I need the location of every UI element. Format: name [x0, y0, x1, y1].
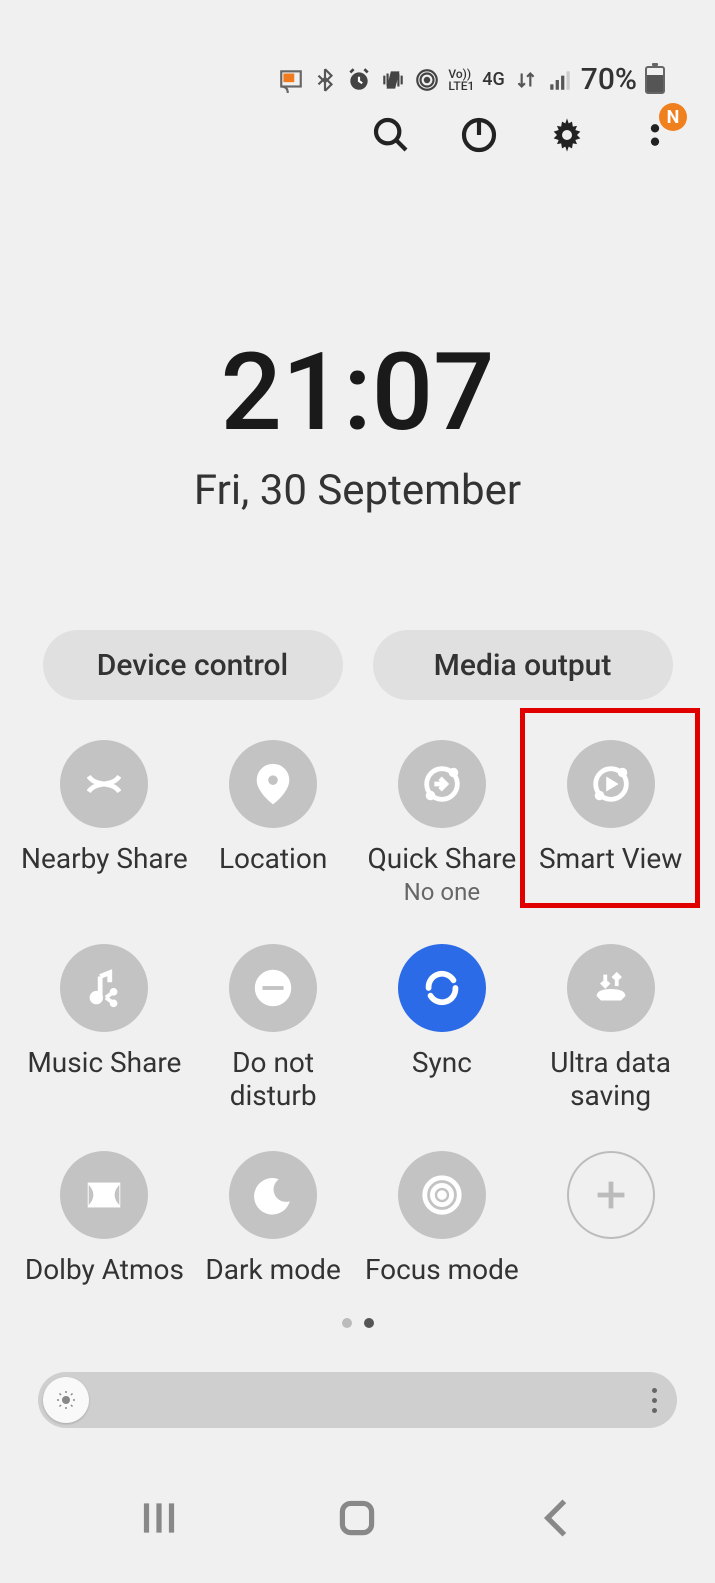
quick-panel-toolbar: N — [0, 115, 715, 155]
bluetooth-icon — [312, 67, 338, 93]
media-output-button[interactable]: Media output — [373, 630, 673, 700]
plus-icon — [567, 1151, 655, 1239]
more-menu-icon[interactable]: N — [635, 115, 675, 155]
tile-add[interactable] — [526, 1143, 695, 1287]
tile-label: Quick Share — [368, 842, 517, 876]
tile-location[interactable]: Location — [189, 732, 358, 906]
search-icon[interactable] — [371, 115, 411, 155]
tile-label: Ultra data saving — [526, 1046, 695, 1113]
location-pin-icon — [229, 740, 317, 828]
tile-focus-mode[interactable]: Focus mode — [358, 1143, 527, 1287]
alarm-icon — [346, 67, 372, 93]
power-icon[interactable] — [459, 115, 499, 155]
tile-label: Do not disturb — [189, 1046, 358, 1113]
nav-back-button[interactable] — [531, 1493, 581, 1543]
settings-gear-icon[interactable] — [547, 115, 587, 155]
brightness-menu-icon[interactable] — [652, 1388, 657, 1413]
tile-smart-view[interactable]: Smart View — [526, 732, 695, 906]
ultra-data-icon — [567, 944, 655, 1032]
tile-label: Dark mode — [205, 1253, 340, 1287]
network-text: 4G — [482, 69, 505, 90]
quick-share-icon — [398, 740, 486, 828]
smart-view-icon — [567, 740, 655, 828]
clock-time: 21:07 — [0, 330, 715, 456]
tile-label: Sync — [412, 1046, 472, 1080]
battery-icon — [645, 66, 665, 94]
tile-quick-share[interactable]: Quick Share No one — [358, 732, 527, 906]
page-indicator — [0, 1318, 715, 1328]
data-arrows-icon — [513, 67, 539, 93]
system-navbar — [0, 1493, 715, 1543]
moon-icon — [229, 1151, 317, 1239]
tile-label: Music Share — [27, 1046, 181, 1080]
tile-dark-mode[interactable]: Dark mode — [189, 1143, 358, 1287]
pill-row: Device control Media output — [0, 630, 715, 700]
focus-target-icon — [398, 1151, 486, 1239]
quick-tiles-grid: Nearby Share Location Quick Share No one… — [20, 732, 695, 1286]
sync-icon — [398, 944, 486, 1032]
tile-music-share[interactable]: Music Share — [20, 936, 189, 1113]
nav-home-button[interactable] — [332, 1493, 382, 1543]
clock-date: Fri, 30 September — [0, 466, 715, 515]
brightness-thumb[interactable] — [43, 1377, 89, 1423]
tile-sublabel: No one — [404, 878, 480, 906]
tile-label: Nearby Share — [21, 842, 188, 876]
clock-block: 21:07 Fri, 30 September — [0, 330, 715, 515]
tile-label: Focus mode — [365, 1253, 519, 1287]
music-share-icon — [60, 944, 148, 1032]
hotspot-icon — [414, 67, 440, 93]
page-dot-active — [364, 1318, 374, 1328]
notification-badge: N — [659, 103, 687, 131]
signal-icon — [547, 67, 573, 93]
dnd-icon — [229, 944, 317, 1032]
cast-icon — [278, 67, 304, 93]
tile-do-not-disturb[interactable]: Do not disturb — [189, 936, 358, 1113]
device-control-button[interactable]: Device control — [43, 630, 343, 700]
brightness-slider[interactable] — [38, 1372, 677, 1428]
status-bar: Vo)) LTE1 4G 70% — [278, 62, 665, 97]
tile-nearby-share[interactable]: Nearby Share — [20, 732, 189, 906]
dolby-icon — [60, 1151, 148, 1239]
tile-sync[interactable]: Sync — [358, 936, 527, 1113]
tile-dolby-atmos[interactable]: Dolby Atmos — [20, 1143, 189, 1287]
battery-percent: 70% — [581, 62, 637, 97]
nav-recents-button[interactable] — [134, 1493, 184, 1543]
nearby-share-icon — [60, 740, 148, 828]
tile-label: Dolby Atmos — [25, 1253, 184, 1287]
tile-label: Smart View — [539, 842, 682, 876]
page-dot — [342, 1318, 352, 1328]
tile-ultra-data-saving[interactable]: Ultra data saving — [526, 936, 695, 1113]
vibrate-icon — [380, 67, 406, 93]
volte-icon: Vo)) LTE1 — [448, 68, 474, 92]
tile-label: Location — [219, 842, 327, 876]
